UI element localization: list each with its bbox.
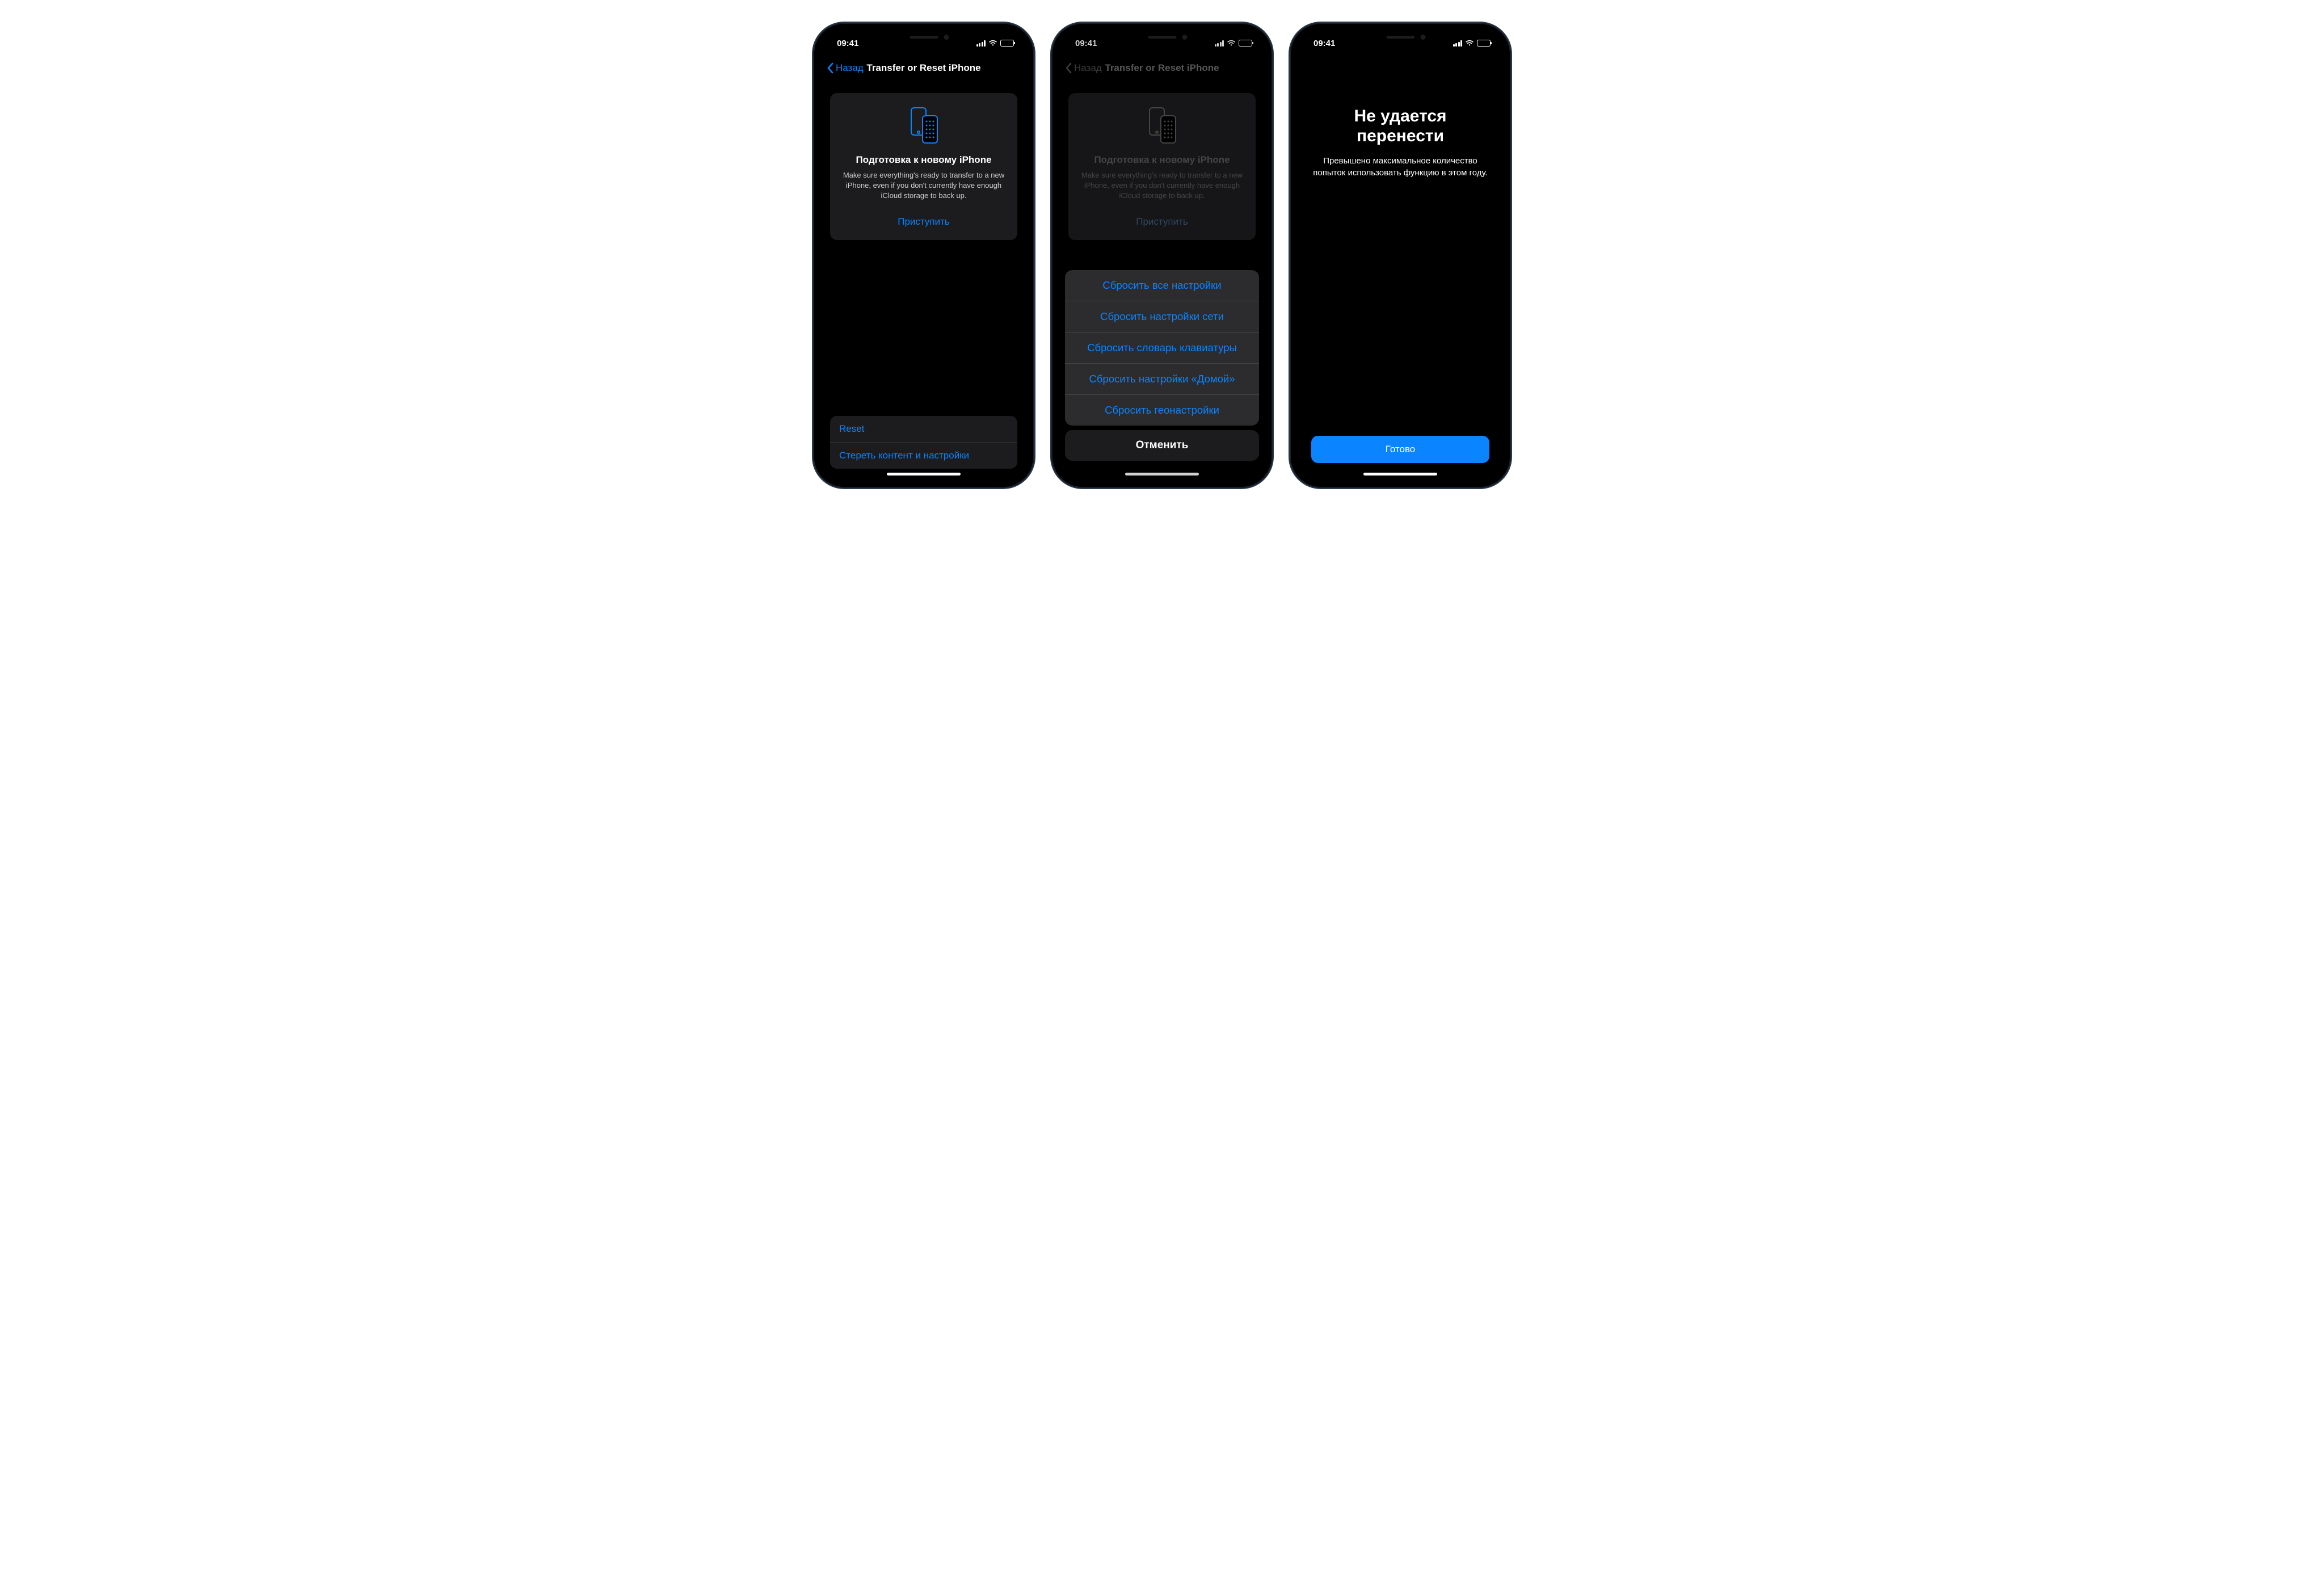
erase-row[interactable]: Стереть контент и настройки bbox=[830, 442, 1017, 469]
phone-frame-3: 09:41 Не удается перенести Превышено мак… bbox=[1290, 23, 1511, 488]
status-right bbox=[1453, 40, 1491, 47]
back-label: Назад bbox=[836, 62, 864, 74]
screen-1: 09:41 Назад Transfer or Reset iPhone bbox=[821, 31, 1026, 480]
reset-home-layout[interactable]: Сбросить настройки «Домой» bbox=[1065, 363, 1259, 394]
home-indicator[interactable] bbox=[887, 473, 961, 475]
fail-title: Не удается перенести bbox=[1311, 107, 1489, 146]
notch bbox=[1115, 31, 1209, 47]
status-time: 09:41 bbox=[837, 39, 858, 48]
back-button[interactable]: Назад bbox=[827, 62, 864, 74]
prepare-card: Подготовка к новому iPhone Make sure eve… bbox=[830, 93, 1017, 240]
done-button[interactable]: Готово bbox=[1311, 436, 1489, 463]
notch bbox=[877, 31, 971, 47]
prepare-description: Make sure everything's ready to transfer… bbox=[840, 170, 1007, 201]
get-started-button[interactable]: Приступить bbox=[840, 212, 1007, 232]
two-phones-icon bbox=[840, 106, 1007, 145]
fail-content: Не удается перенести Превышено максималь… bbox=[1298, 56, 1503, 480]
reset-row[interactable]: Reset bbox=[830, 416, 1017, 442]
reset-all-settings[interactable]: Сбросить все настройки bbox=[1065, 270, 1259, 301]
fail-description: Превышено максимальное количество попыто… bbox=[1311, 155, 1489, 179]
status-time: 09:41 bbox=[1313, 39, 1335, 48]
status-right bbox=[976, 40, 1014, 47]
phone-frame-1: 09:41 Назад Transfer or Reset iPhone bbox=[813, 23, 1034, 488]
options-list: Reset Стереть контент и настройки bbox=[830, 416, 1017, 469]
wifi-icon bbox=[1465, 40, 1474, 47]
battery-icon bbox=[1477, 40, 1491, 47]
reset-location-settings[interactable]: Сбросить геонастройки bbox=[1065, 394, 1259, 426]
content: Подготовка к новому iPhone Make sure eve… bbox=[821, 81, 1026, 480]
action-sheet: Сбросить все настройки Сбросить настройк… bbox=[1065, 270, 1259, 426]
home-indicator[interactable] bbox=[1363, 473, 1437, 475]
battery-icon bbox=[1000, 40, 1014, 47]
reset-keyboard-dictionary[interactable]: Сбросить словарь клавиатуры bbox=[1065, 332, 1259, 363]
phone-frame-2: 09:41 Назад Transfer or Reset iPhone bbox=[1051, 23, 1273, 488]
nav-bar: Назад Transfer or Reset iPhone bbox=[821, 56, 1026, 81]
screen-2: 09:41 Назад Transfer or Reset iPhone bbox=[1059, 31, 1265, 480]
screen-3: 09:41 Не удается перенести Превышено мак… bbox=[1298, 31, 1503, 480]
reset-network-settings[interactable]: Сбросить настройки сети bbox=[1065, 301, 1259, 332]
cellular-icon bbox=[976, 40, 986, 47]
action-sheet-overlay[interactable]: Сбросить все настройки Сбросить настройк… bbox=[1059, 31, 1265, 480]
prepare-title: Подготовка к новому iPhone bbox=[840, 154, 1007, 166]
notch bbox=[1354, 31, 1447, 47]
cancel-button[interactable]: Отменить bbox=[1065, 430, 1259, 461]
cellular-icon bbox=[1453, 40, 1463, 47]
wifi-icon bbox=[988, 40, 997, 47]
